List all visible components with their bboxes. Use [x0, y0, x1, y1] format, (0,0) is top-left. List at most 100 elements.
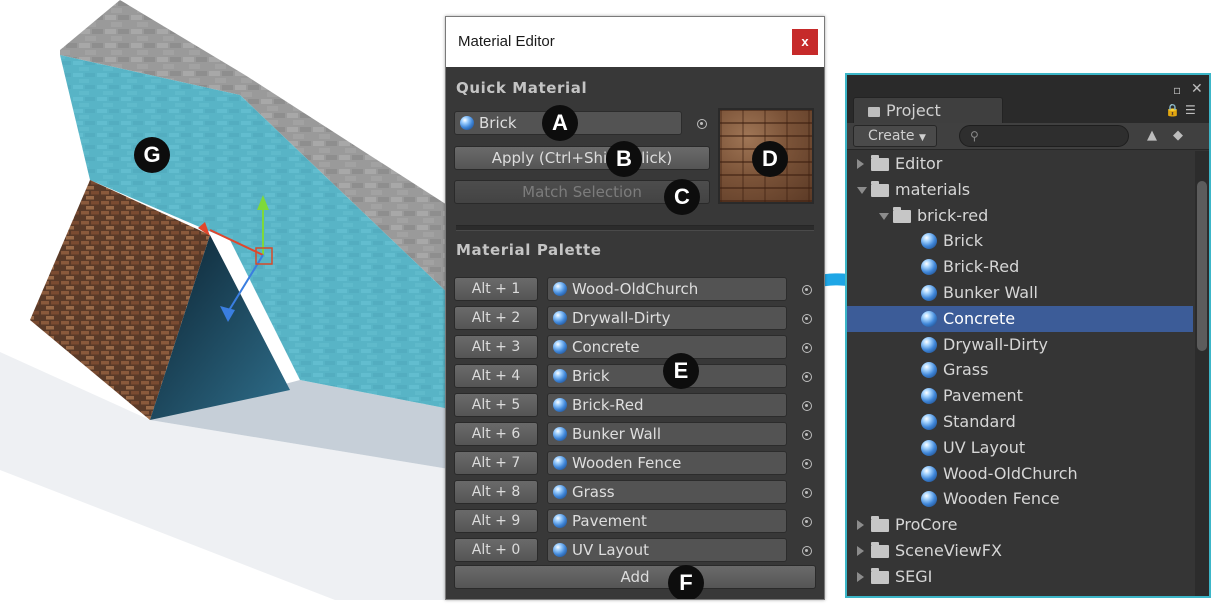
- material-palette-heading: Material Palette: [456, 241, 602, 259]
- quick-material-heading: Quick Material: [456, 79, 588, 97]
- material-sphere-icon: [921, 233, 937, 250]
- tree-material-row[interactable]: Brick-Red: [847, 254, 1193, 280]
- project-toolbar: Create ▼ ⚲ ▲ ◆: [847, 123, 1209, 150]
- tree-item-label: SEGI: [895, 566, 933, 586]
- tree-material-row[interactable]: Brick: [847, 228, 1193, 254]
- tree-folder-row[interactable]: materials: [847, 177, 1193, 203]
- lock-icon[interactable]: 🔒: [1165, 103, 1180, 117]
- scrollbar-thumb[interactable]: [1197, 181, 1207, 351]
- folder-icon: [871, 567, 889, 584]
- material-sphere-icon: [553, 282, 567, 296]
- palette-material-label: Concrete: [572, 338, 640, 356]
- palette-material-field[interactable]: Grass: [547, 480, 787, 504]
- material-sphere-icon: [921, 362, 937, 379]
- expand-right-icon[interactable]: [857, 546, 864, 556]
- close-button[interactable]: x: [792, 29, 818, 55]
- tree-folder-row[interactable]: SceneViewFX: [847, 538, 1193, 564]
- material-sphere-icon: [553, 543, 567, 557]
- palette-material-field[interactable]: Pavement: [547, 509, 787, 533]
- palette-material-field[interactable]: Wood-OldChurch: [547, 277, 787, 301]
- palette-shortcut-button[interactable]: Alt + 3: [454, 335, 538, 359]
- tree-material-row[interactable]: UV Layout: [847, 435, 1193, 461]
- tree-item-label: Bunker Wall: [943, 283, 1038, 302]
- tree-item-label: UV Layout: [943, 437, 1026, 457]
- palette-shortcut-button[interactable]: Alt + 2: [454, 306, 538, 330]
- object-picker-icon[interactable]: [802, 459, 812, 469]
- expand-right-icon[interactable]: [857, 159, 864, 169]
- expand-down-icon[interactable]: [857, 186, 867, 194]
- object-picker-icon[interactable]: [802, 488, 812, 498]
- object-picker-icon[interactable]: [802, 343, 812, 353]
- palette-material-label: Grass: [572, 483, 615, 501]
- tree-material-row[interactable]: Bunker Wall: [847, 280, 1193, 306]
- tree-material-row[interactable]: Pavement: [847, 383, 1193, 409]
- tree-item-label: Brick: [943, 231, 984, 251]
- object-picker-icon[interactable]: [802, 285, 812, 295]
- tree-folder-row[interactable]: ProCore: [847, 512, 1193, 538]
- tree-folder-row[interactable]: brick-red: [847, 203, 1193, 229]
- tree-folder-row[interactable]: SEGI: [847, 564, 1193, 590]
- object-picker-icon[interactable]: [802, 517, 812, 527]
- palette-shortcut-button[interactable]: Alt + 6: [454, 422, 538, 446]
- material-sphere-icon: [553, 514, 567, 528]
- tree-material-row[interactable]: Standard: [847, 409, 1193, 435]
- title-bar[interactable]: Material Editor x: [446, 17, 824, 67]
- project-tab-strip: Project ▫ ✕ 🔒 ☰: [847, 75, 1209, 123]
- palette-material-field[interactable]: UV Layout: [547, 538, 787, 562]
- palette-shortcut-button[interactable]: Alt + 9: [454, 509, 538, 533]
- tree-material-row[interactable]: Concrete: [847, 305, 1193, 332]
- palette-material-field[interactable]: Bunker Wall: [547, 422, 787, 446]
- tree-item-label: Brick-Red: [943, 257, 1020, 277]
- folder-icon: [871, 180, 889, 197]
- palette-shortcut-button[interactable]: Alt + 5: [454, 393, 538, 417]
- tree-folder-row[interactable]: Editor: [847, 151, 1193, 177]
- project-tab[interactable]: Project: [853, 97, 1003, 123]
- tree-material-row[interactable]: Drywall-Dirty: [847, 332, 1193, 358]
- object-picker-icon[interactable]: [802, 546, 812, 556]
- material-editor-window: Material Editor x Quick Material Brick A…: [445, 16, 825, 600]
- palette-material-label: Brick: [572, 367, 610, 385]
- palette-shortcut-button[interactable]: Alt + 7: [454, 451, 538, 475]
- tree-material-row[interactable]: Grass: [847, 357, 1193, 383]
- add-button[interactable]: Add: [454, 565, 816, 589]
- close-panel-icon[interactable]: ✕: [1191, 81, 1203, 97]
- filter-by-type-icon[interactable]: ▲: [1147, 128, 1157, 143]
- expand-right-icon[interactable]: [857, 571, 864, 582]
- create-dropdown[interactable]: Create ▼: [853, 125, 937, 147]
- material-sphere-icon: [553, 311, 567, 325]
- palette-shortcut-button[interactable]: Alt + 0: [454, 538, 538, 562]
- palette-shortcut-button[interactable]: Alt + 1: [454, 277, 538, 301]
- object-picker-icon[interactable]: [802, 430, 812, 440]
- material-sphere-icon: [553, 398, 567, 412]
- palette-material-field[interactable]: Wooden Fence: [547, 451, 787, 475]
- material-sphere-icon: [921, 439, 937, 456]
- callout-d: D: [752, 141, 788, 177]
- palette-shortcut-button[interactable]: Alt + 4: [454, 364, 538, 388]
- object-picker-icon[interactable]: [802, 372, 812, 382]
- tree-item-label: ProCore: [895, 515, 958, 535]
- tree-material-row[interactable]: Wooden Fence: [847, 486, 1193, 512]
- panel-menu-icon[interactable]: ☰: [1185, 103, 1196, 117]
- palette-material-field[interactable]: Concrete: [547, 335, 787, 359]
- tree-material-row[interactable]: Wood-OldChurch: [847, 461, 1193, 487]
- folder-icon: [871, 516, 889, 533]
- material-sphere-icon: [553, 369, 567, 383]
- folder-tab-icon: [868, 107, 880, 117]
- maximize-icon[interactable]: ▫: [1173, 83, 1181, 97]
- apply-button[interactable]: Apply (Ctrl+Shift+Click): [454, 146, 710, 170]
- expand-right-icon[interactable]: [857, 520, 864, 531]
- palette-material-field[interactable]: Brick-Red: [547, 393, 787, 417]
- filter-by-label-icon[interactable]: ◆: [1173, 128, 1183, 143]
- project-scrollbar[interactable]: [1195, 151, 1209, 596]
- scene-viewport[interactable]: [0, 0, 460, 609]
- expand-down-icon[interactable]: [879, 212, 889, 220]
- palette-material-label: Drywall-Dirty: [572, 309, 671, 327]
- object-picker-icon[interactable]: [697, 119, 707, 129]
- object-picker-icon[interactable]: [802, 314, 812, 324]
- palette-material-field[interactable]: Drywall-Dirty: [547, 306, 787, 330]
- palette-shortcut-button[interactable]: Alt + 8: [454, 480, 538, 504]
- material-sphere-icon: [921, 285, 937, 301]
- search-input[interactable]: ⚲: [959, 125, 1129, 147]
- object-picker-icon[interactable]: [802, 401, 812, 411]
- tree-item-label: Drywall-Dirty: [943, 334, 1049, 354]
